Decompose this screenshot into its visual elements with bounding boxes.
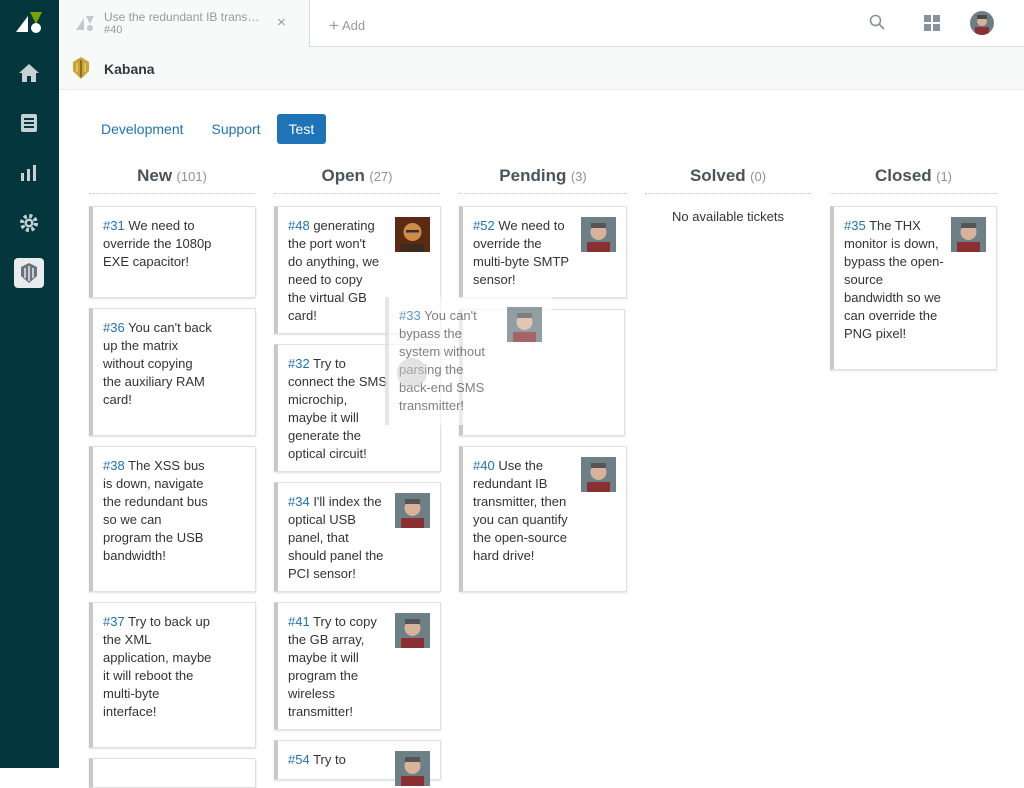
reporting-icon[interactable] [14, 158, 44, 188]
ticket-card-35[interactable]: #35 The THX monitor is down, bypass the … [830, 206, 997, 370]
ticket-number[interactable]: #33 [399, 308, 421, 323]
ticket-text: #37 Try to back up the XML application, … [103, 613, 213, 721]
assignee-avatar [395, 493, 430, 528]
column-name: Closed [874, 166, 932, 185]
ticket-number[interactable]: #37 [103, 614, 125, 629]
ticket-text: #34 I'll index the optical USB panel, th… [288, 493, 388, 583]
gear-icon[interactable] [14, 208, 44, 238]
ticket-number[interactable]: #36 [103, 320, 125, 335]
ticket-number[interactable]: #35 [844, 218, 866, 233]
ticket-card-34[interactable]: #34 I'll index the optical USB panel, th… [274, 482, 441, 592]
kabana-app-nav-icon[interactable] [14, 258, 44, 288]
ticket-text: #31 We need to override the 1080p EXE ca… [103, 217, 213, 271]
ticket-number[interactable]: #41 [288, 614, 310, 629]
top-bar: Use the redundant IB transmitter, then y… [59, 0, 1024, 47]
column-header-open: Open (27) [274, 166, 440, 194]
tab-subtitle: #40 [104, 24, 123, 36]
ticket-subject: generating the port won't do anything, w… [288, 218, 380, 323]
ticket-card-37[interactable]: #37 Try to back up the XML application, … [89, 602, 256, 748]
kabana-logo-icon [71, 56, 91, 85]
ticket-card-31[interactable]: #31 We need to override the 1080p EXE ca… [89, 206, 256, 298]
ticket-card-41[interactable]: #41 Try to copy the GB array, maybe it w… [274, 602, 441, 730]
ticket-text: #52 We need to override the multi-byte S… [473, 217, 573, 289]
ticket-text: #36 You can't back up the matrix without… [103, 319, 213, 409]
zendesk-logo-icon[interactable] [16, 10, 44, 34]
column-count: (101) [176, 169, 207, 184]
search-icon[interactable] [869, 14, 885, 35]
ticket-number[interactable]: #40 [473, 458, 495, 473]
ticket-number[interactable]: #32 [288, 356, 310, 371]
column-header-new: New (101) [89, 166, 255, 194]
ticket-number[interactable]: #38 [103, 458, 125, 473]
ticket-number[interactable]: #34 [288, 494, 310, 509]
column-name: Solved [689, 166, 746, 185]
ticket-subject: Try to connect the SMS microchip, maybe … [288, 356, 387, 461]
column-name: Pending [499, 166, 567, 185]
ticket-subject: Try to copy the GB array, maybe it will … [288, 614, 377, 719]
ticket-number[interactable]: #31 [103, 218, 125, 233]
drag-cursor-indicator [397, 358, 427, 388]
ticket-text: #40 Use the redundant IB transmitter, th… [473, 457, 573, 565]
ticket-card-54[interactable]: #54 Try to [274, 740, 441, 786]
column-header-closed: Closed (1) [830, 166, 997, 194]
column-count: (3) [570, 169, 587, 184]
apps-grid-icon[interactable] [924, 15, 940, 36]
assignee-avatar [951, 217, 986, 252]
empty-solved-message: No available tickets [672, 209, 784, 224]
assignee-avatar [395, 613, 430, 648]
ticket-card-40[interactable]: #40 Use the redundant IB transmitter, th… [459, 446, 627, 592]
ticket-text: #35 The THX monitor is down, bypass the … [844, 217, 944, 343]
ticket-subject: The XSS bus is down, navigate the redund… [103, 458, 208, 563]
views-icon[interactable] [14, 108, 44, 138]
tab-title: Use the redundant IB transmitter, then y… [104, 10, 266, 24]
ticket-text: #32 Try to connect the SMS microchip, ma… [288, 355, 388, 463]
filter-development[interactable]: Development [89, 114, 196, 144]
column-name: Open [321, 166, 365, 185]
ticket-subject: The THX monitor is down, bypass the open… [844, 218, 944, 341]
plus-icon: + [329, 16, 339, 35]
ticket-subject: Use the redundant IB transmitter, then y… [473, 458, 568, 563]
assignee-avatar [395, 217, 430, 252]
app-title: Kabana [104, 61, 155, 77]
ticket-card-36[interactable]: #36 You can't back up the matrix without… [89, 308, 256, 436]
ticket-card-38[interactable]: #38 The XSS bus is down, navigate the re… [89, 446, 256, 592]
ticket-card-partial[interactable] [89, 758, 256, 788]
ticket-text: #38 The XSS bus is down, navigate the re… [103, 457, 213, 565]
column-count: (27) [369, 169, 393, 184]
home-icon[interactable] [14, 58, 44, 88]
filter-support[interactable]: Support [200, 114, 273, 144]
ticket-card-52[interactable]: #52 We need to override the multi-byte S… [459, 206, 627, 298]
column-count: (1) [936, 169, 953, 184]
left-nav [0, 0, 59, 768]
assignee-avatar [581, 457, 616, 492]
column-header-pending: Pending (3) [459, 166, 627, 194]
column-header-solved: Solved (0) [645, 166, 811, 194]
column-count: (0) [750, 169, 767, 184]
assignee-avatar [395, 751, 430, 786]
assignee-avatar [581, 217, 616, 252]
ticket-number[interactable]: #54 [288, 752, 310, 767]
ticket-icon [75, 14, 95, 37]
ticket-number[interactable]: #52 [473, 218, 495, 233]
close-icon[interactable]: × [277, 14, 286, 31]
add-label: Add [341, 18, 366, 33]
add-tab-button[interactable]: + Add [329, 15, 365, 35]
ticket-subject: Try to back up the XML application, mayb… [103, 614, 212, 719]
board-filters: Development Support Test [89, 114, 330, 144]
column-name: New [137, 166, 173, 185]
ticket-subject: Try to [309, 752, 346, 767]
ticket-text: #41 Try to copy the GB array, maybe it w… [288, 613, 388, 721]
ticket-text: #48 generating the port won't do anythin… [288, 217, 383, 325]
filter-test[interactable]: Test [276, 114, 327, 144]
app-header: Kabana [59, 47, 1024, 90]
assignee-avatar [507, 307, 542, 342]
user-avatar[interactable] [970, 11, 994, 35]
ticket-number[interactable]: #48 [288, 218, 310, 233]
ticket-tab[interactable]: Use the redundant IB transmitter, then y… [59, 0, 310, 47]
ticket-text: #54 Try to [288, 751, 388, 769]
